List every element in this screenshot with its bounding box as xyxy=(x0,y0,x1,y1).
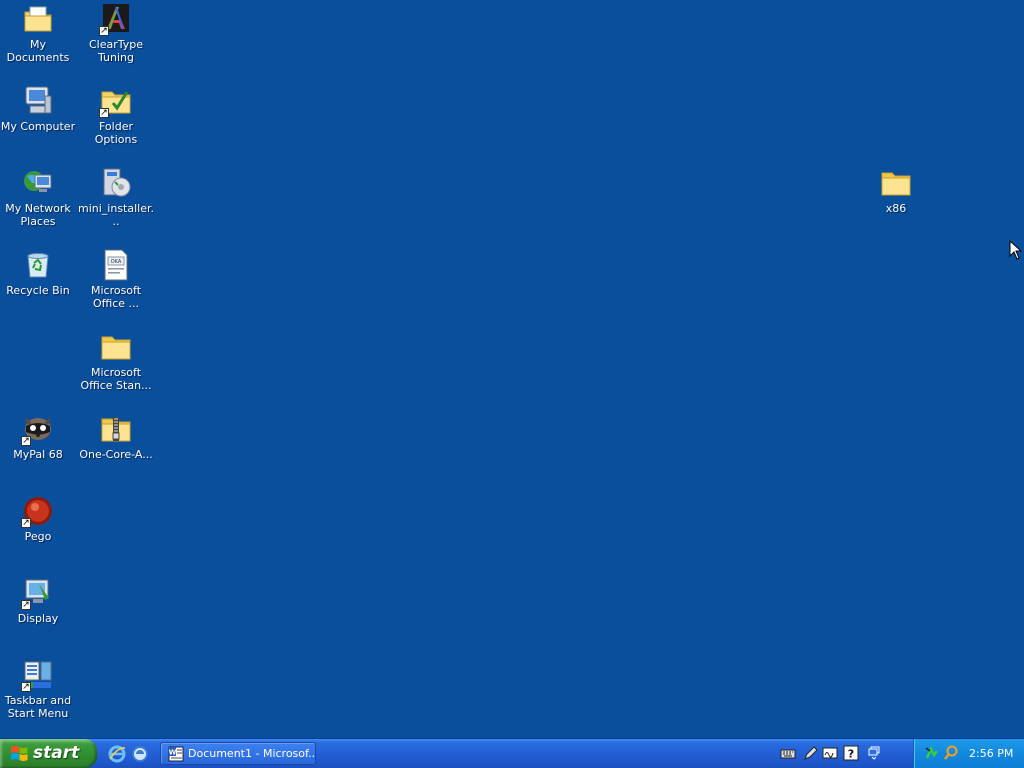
desktop-icon-label: One-Core-A... xyxy=(79,448,153,461)
browser-icon[interactable] xyxy=(131,745,149,763)
svg-text:?: ? xyxy=(848,748,854,761)
shortcut-arrow-icon: ↗ xyxy=(99,26,109,36)
cleartype-icon: ↗ xyxy=(99,2,133,36)
desktop-icon-label: Microsoft Office Stan... xyxy=(80,366,152,392)
my-documents-icon xyxy=(21,2,55,36)
clock[interactable]: 2:56 PM xyxy=(969,739,1013,768)
handwriting-icon[interactable] xyxy=(822,745,838,761)
start-button[interactable]: start xyxy=(0,739,97,768)
shortcut-arrow-icon: ↗ xyxy=(99,108,109,118)
desktop-icon-label: MyPal 68 xyxy=(13,448,63,461)
network-places-icon xyxy=(21,166,55,200)
installer-icon xyxy=(99,166,133,200)
display-icon: ↗ xyxy=(21,576,55,610)
recycle-bin-icon xyxy=(21,248,55,282)
my-computer-icon xyxy=(21,84,55,118)
shortcut-arrow-icon: ↗ xyxy=(21,436,31,446)
desktop-icon-my-documents[interactable]: My Documents xyxy=(0,2,76,64)
desktop-icon-pego[interactable]: ↗ Pego xyxy=(0,494,76,543)
desktop-icon-microsoft-office[interactable]: OKA Microsoft Office ... xyxy=(78,248,154,310)
desktop-icon-recycle-bin[interactable]: Recycle Bin xyxy=(0,248,76,297)
desktop-icon-microsoft-office-standard[interactable]: Microsoft Office Stan... xyxy=(78,330,154,392)
desktop-icon-label: My Documents xyxy=(6,38,70,64)
zip-folder-icon xyxy=(99,412,133,446)
svg-text:W: W xyxy=(169,749,177,757)
desktop-icon-taskbar-start-menu[interactable]: ↗ Taskbar and Start Menu xyxy=(0,658,76,720)
desktop-icon-label: Recycle Bin xyxy=(6,284,70,297)
help-icon[interactable]: ? xyxy=(843,745,859,761)
desktop-icon-label: Pego xyxy=(24,530,52,543)
desktop-icon-label: Microsoft Office ... xyxy=(90,284,142,310)
taskbar-button-document1[interactable]: W Document1 - Microsof... xyxy=(160,742,316,765)
restore-icon[interactable] xyxy=(866,745,882,761)
desktop-icon-my-network-places[interactable]: My Network Places xyxy=(0,166,76,228)
desktop-icon-cleartype-tuning[interactable]: ↗ ClearType Tuning xyxy=(78,2,154,64)
desktop-icon-one-core-api[interactable]: One-Core-A... xyxy=(78,412,154,461)
folder-icon xyxy=(99,330,133,364)
desktop-icon-x86[interactable]: x86 xyxy=(858,166,934,215)
desktop-icon-label: Folder Options xyxy=(94,120,138,146)
desktop-icon-folder-options[interactable]: ↗ Folder Options xyxy=(78,84,154,146)
document-icon: OKA xyxy=(99,248,133,282)
pego-icon: ↗ xyxy=(21,494,55,528)
svg-text:OKA: OKA xyxy=(111,259,122,265)
search-icon[interactable] xyxy=(943,745,959,761)
folder-icon xyxy=(879,166,913,200)
desktop-icon-label: My Computer xyxy=(0,120,76,133)
desktop-icon-label: x86 xyxy=(885,202,907,215)
word-document-icon: W xyxy=(168,746,184,762)
desktop-icon-label: mini_installer... xyxy=(78,202,155,228)
desktop-icon-display[interactable]: ↗ Display xyxy=(0,576,76,625)
start-label: start xyxy=(33,743,80,763)
shortcut-arrow-icon: ↗ xyxy=(21,600,31,610)
desktop-icon-my-computer[interactable]: My Computer xyxy=(0,84,76,133)
desktop-icon-mypal-68[interactable]: ↗ MyPal 68 xyxy=(0,412,76,461)
mouse-cursor-icon xyxy=(1009,240,1023,260)
mypal-icon: ↗ xyxy=(21,412,55,446)
taskbar: start W Document1 - Microsof... ? 2:56 P… xyxy=(0,738,1024,768)
desktop-icon-label: Display xyxy=(17,612,59,625)
taskbar-button-label: Document1 - Microsof... xyxy=(188,747,316,760)
desktop-icon-mini-installer[interactable]: mini_installer... xyxy=(78,166,154,228)
desktop[interactable]: My Documents My Computer My Network Plac… xyxy=(0,0,1024,738)
desktop-icon-label: Taskbar and Start Menu xyxy=(4,694,72,720)
desktop-icon-label: ClearType Tuning xyxy=(88,38,144,64)
shortcut-arrow-icon: ↗ xyxy=(21,518,31,528)
pen-icon[interactable] xyxy=(802,745,818,761)
taskbar-icon: ↗ xyxy=(21,658,55,692)
desktop-icon-label: My Network Places xyxy=(5,202,71,228)
keyboard-icon[interactable] xyxy=(780,745,796,761)
windows-logo-icon xyxy=(11,746,28,761)
internet-explorer-icon[interactable] xyxy=(108,745,126,763)
system-tray: 2:56 PM xyxy=(913,739,1024,768)
shortcut-arrow-icon: ↗ xyxy=(21,682,31,692)
folder-options-icon: ↗ xyxy=(99,84,133,118)
network-icon[interactable] xyxy=(924,745,940,761)
